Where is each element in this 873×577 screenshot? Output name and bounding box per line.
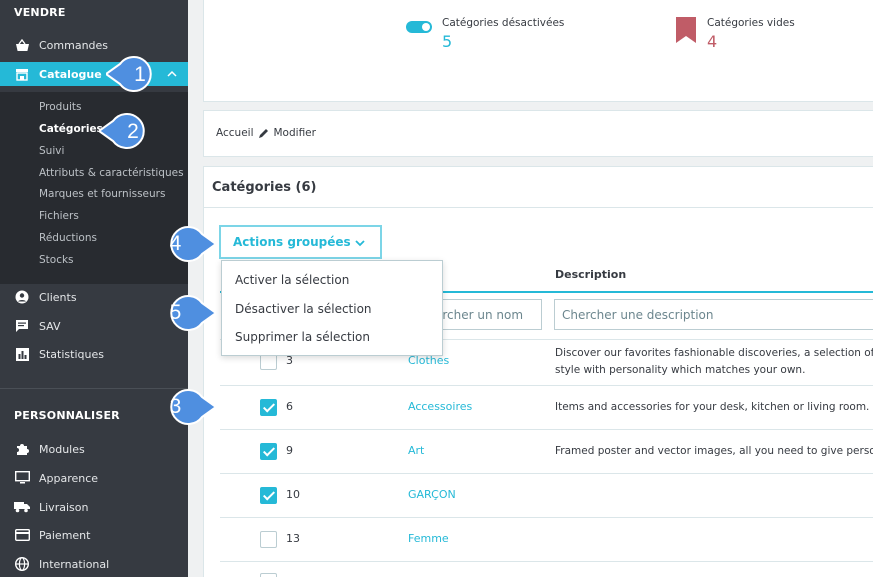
callout-badge-1: 1 bbox=[106, 56, 152, 92]
section-title-customize: PERSONNALISER bbox=[14, 409, 120, 422]
puzzle-icon bbox=[14, 441, 30, 457]
kpi-empty-value: 4 bbox=[707, 32, 718, 51]
callout-badge-2: 2 bbox=[99, 113, 145, 149]
kpi-disabled-categories: Catégories désactivées 5 bbox=[406, 17, 564, 51]
callout-number: 2 bbox=[127, 120, 139, 143]
bookmark-icon bbox=[676, 17, 696, 43]
column-header-description[interactable]: Description bbox=[555, 268, 626, 281]
row-checkbox[interactable] bbox=[260, 531, 277, 548]
user-icon bbox=[14, 289, 30, 305]
sub-item-attributs[interactable]: Attributs & caractéristiques bbox=[39, 167, 184, 179]
menu-item-disable[interactable]: Désactiver la sélection bbox=[235, 302, 372, 316]
nav-paiement-label: Paiement bbox=[39, 528, 91, 542]
callout-number-3: 3 bbox=[169, 395, 182, 418]
section-title-sell: VENDRE bbox=[14, 6, 66, 19]
panel-title: Catégories (6) bbox=[212, 180, 317, 195]
row-name-link[interactable]: Femme bbox=[408, 532, 449, 545]
row-checkbox[interactable] bbox=[260, 573, 277, 577]
nav-international[interactable]: International bbox=[0, 552, 188, 576]
basket-icon bbox=[14, 37, 30, 53]
menu-item-delete[interactable]: Supprimer la sélection bbox=[235, 330, 370, 344]
table-row bbox=[220, 473, 873, 517]
nav-statistiques-label: Statistiques bbox=[39, 347, 104, 361]
table-row bbox=[220, 561, 873, 577]
nav-commandes[interactable]: Commandes bbox=[0, 33, 188, 57]
store-icon bbox=[14, 66, 30, 82]
panel-divider bbox=[203, 207, 873, 208]
nav-modules-label: Modules bbox=[39, 442, 85, 456]
sub-item-suivi[interactable]: Suivi bbox=[39, 145, 64, 157]
filter-description-input[interactable]: Chercher une description bbox=[554, 299, 873, 330]
breadcrumb-home[interactable]: Accueil bbox=[216, 127, 254, 139]
row-id: 10 bbox=[286, 488, 300, 501]
row-name-link[interactable]: Accessoires bbox=[408, 400, 472, 413]
filter-description-placeholder: Chercher une description bbox=[562, 307, 714, 322]
globe-icon bbox=[14, 556, 30, 572]
sub-item-marques[interactable]: Marques et fournisseurs bbox=[39, 188, 165, 200]
breadcrumb: Accueil Modifier bbox=[216, 127, 316, 139]
chevron-down-icon bbox=[355, 240, 365, 247]
sub-item-stocks[interactable]: Stocks bbox=[39, 254, 74, 266]
sub-item-categories[interactable]: Catégories bbox=[39, 123, 103, 135]
nav-livraison[interactable]: Livraison bbox=[0, 495, 188, 519]
nav-clients-label: Clients bbox=[39, 290, 77, 304]
kpi-empty-label: Catégories vides bbox=[707, 17, 795, 29]
row-description-line-1: Discover our favorites fashionable disco… bbox=[555, 347, 873, 359]
row-description: Framed poster and vector images, all you… bbox=[555, 445, 873, 457]
nav-apparence[interactable]: Apparence bbox=[0, 466, 188, 490]
row-name-link[interactable]: GARÇON bbox=[408, 488, 456, 501]
nav-modules[interactable]: Modules bbox=[0, 437, 188, 461]
row-checkbox[interactable] bbox=[260, 487, 277, 504]
row-checkbox[interactable] bbox=[260, 399, 277, 416]
nav-apparence-label: Apparence bbox=[39, 471, 99, 485]
toggle-icon bbox=[406, 21, 432, 33]
pencil-icon[interactable] bbox=[258, 127, 270, 139]
kpi-disabled-value: 5 bbox=[442, 32, 453, 51]
chat-icon bbox=[14, 318, 30, 334]
row-id: 6 bbox=[286, 400, 293, 413]
row-description-line-2: style with personality which matches you… bbox=[555, 364, 806, 376]
nav-livraison-label: Livraison bbox=[39, 500, 89, 514]
bar-chart-icon bbox=[14, 346, 30, 362]
bulk-actions-button[interactable]: Actions groupées bbox=[219, 225, 382, 259]
nav-international-label: International bbox=[39, 557, 110, 571]
nav-statistiques[interactable]: Statistiques bbox=[0, 342, 188, 366]
bulk-actions-label: Actions groupées bbox=[233, 235, 351, 249]
callout-number: 1 bbox=[134, 63, 146, 86]
row-id: 9 bbox=[286, 444, 293, 457]
bulk-actions-menu: Activer la sélection Désactiver la sélec… bbox=[221, 260, 443, 356]
table-row bbox=[220, 517, 873, 561]
row-checkbox[interactable] bbox=[260, 443, 277, 460]
callout-number-5: 5 bbox=[169, 301, 182, 324]
nav-catalogue-label: Catalogue bbox=[39, 67, 102, 81]
credit-card-icon bbox=[14, 527, 30, 543]
nav-paiement[interactable]: Paiement bbox=[0, 523, 188, 547]
row-name-link[interactable]: Art bbox=[408, 444, 424, 457]
truck-icon bbox=[14, 499, 30, 515]
nav-sav-label: SAV bbox=[39, 319, 61, 333]
monitor-icon bbox=[14, 470, 30, 486]
nav-commandes-label: Commandes bbox=[39, 38, 109, 52]
row-id: 13 bbox=[286, 532, 300, 545]
breadcrumb-edit[interactable]: Modifier bbox=[274, 127, 316, 139]
row-description: Items and accessories for your desk, kit… bbox=[555, 401, 873, 413]
sub-item-reductions[interactable]: Réductions bbox=[39, 232, 97, 244]
row-description: Discover our favorites fashionable disco… bbox=[555, 345, 873, 379]
sub-item-produits[interactable]: Produits bbox=[39, 101, 81, 113]
callout-number-4: 4 bbox=[169, 232, 182, 255]
kpi-disabled-label: Catégories désactivées bbox=[442, 17, 565, 29]
menu-item-enable[interactable]: Activer la sélection bbox=[235, 273, 349, 287]
sub-item-fichiers[interactable]: Fichiers bbox=[39, 210, 79, 222]
kpi-empty-categories: Catégories vides 4 bbox=[676, 17, 795, 51]
kpi-card bbox=[203, 0, 873, 102]
